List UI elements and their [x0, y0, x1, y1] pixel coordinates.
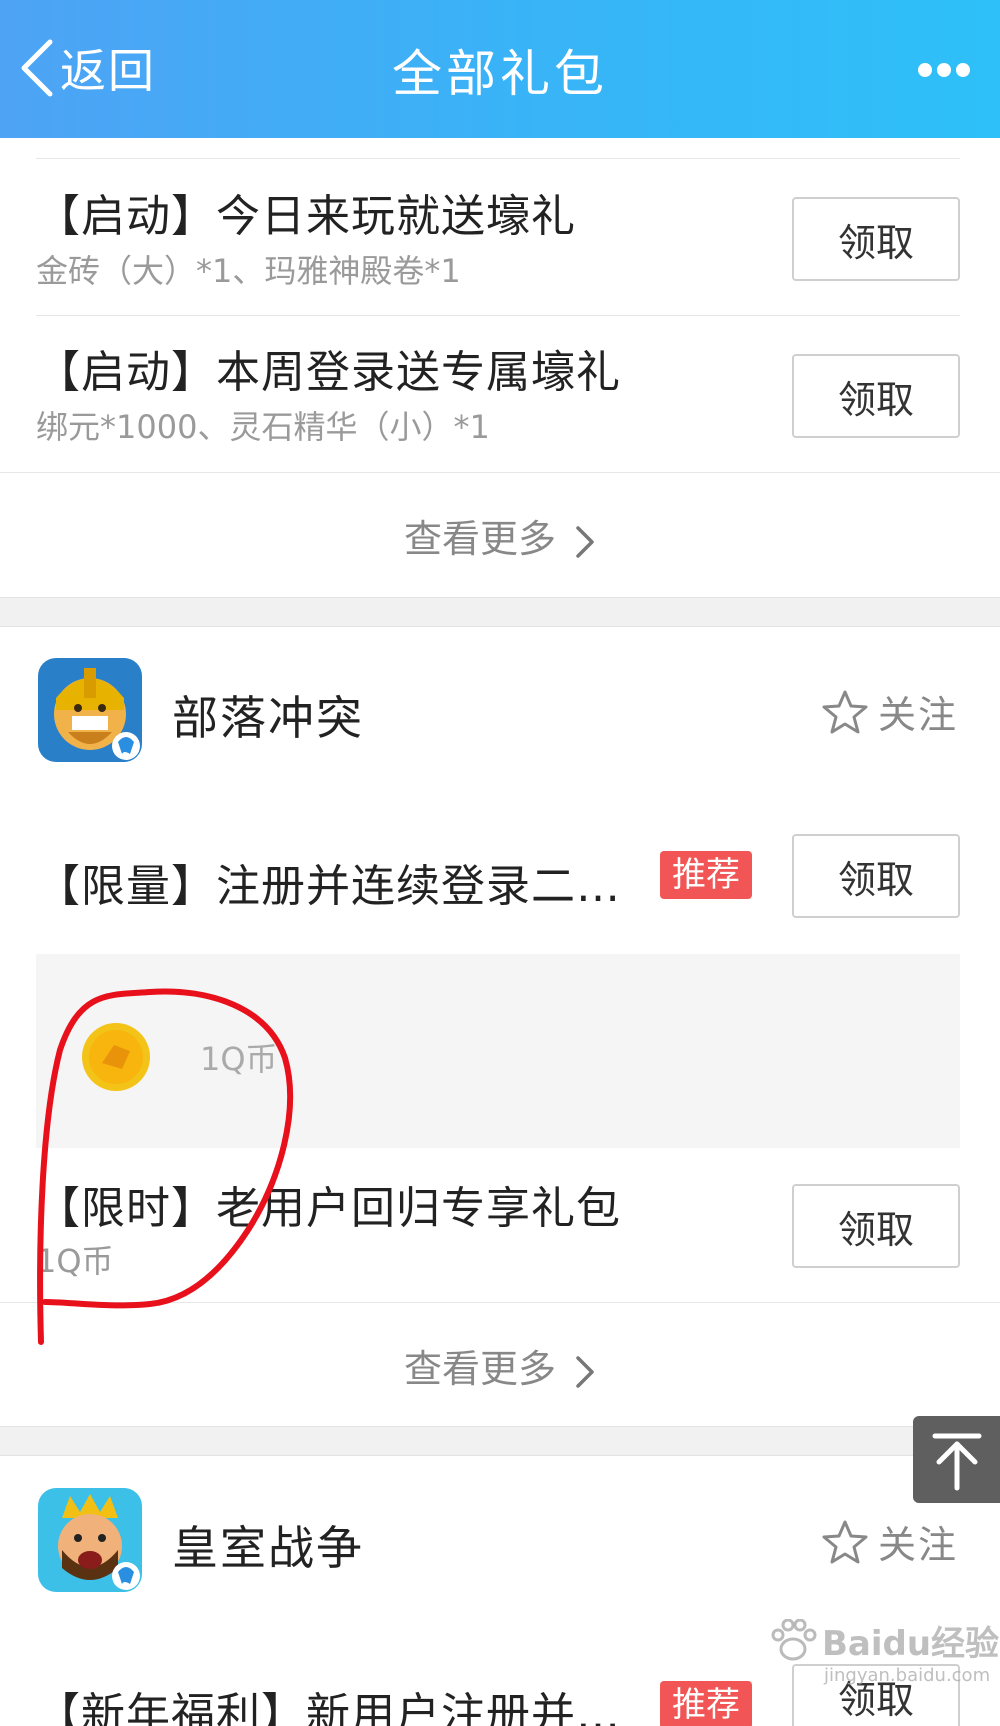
more-menu-button[interactable] — [918, 62, 978, 78]
watermark-text: Baidu经验 — [822, 1624, 1000, 1664]
paw-icon — [771, 1618, 817, 1660]
recommend-badge: 推荐 — [660, 1681, 752, 1726]
claim-button[interactable]: 领取 — [792, 197, 960, 281]
baidu-watermark: Baidu经验 jingyan.baidu.com — [768, 1616, 999, 1686]
follow-label: 关注 — [878, 1523, 959, 1567]
star-outline-icon — [822, 1520, 868, 1563]
barbarian-icon — [38, 658, 142, 762]
divider — [0, 1302, 1000, 1303]
divider — [36, 158, 960, 159]
king-icon — [38, 1488, 142, 1592]
back-to-top-button[interactable] — [913, 1416, 1000, 1503]
clash-royale-app-icon[interactable] — [38, 1488, 142, 1592]
see-more-label: 查看更多 — [403, 517, 556, 561]
page-title: 全部礼包 — [392, 45, 608, 103]
claim-button[interactable]: 领取 — [792, 1184, 960, 1268]
game-title: 皇室战争 — [172, 1521, 364, 1575]
follow-button[interactable]: 关注 — [822, 684, 958, 739]
clash-of-clans-app-icon[interactable] — [38, 658, 142, 762]
divider — [0, 472, 1000, 473]
follow-label: 关注 — [878, 693, 959, 737]
section-separator — [0, 597, 1000, 627]
game-title: 部落冲突 — [172, 691, 364, 745]
see-more-link[interactable]: 查看更多 — [0, 508, 1000, 563]
dot-icon — [937, 63, 951, 77]
claim-button[interactable]: 领取 — [792, 834, 960, 918]
see-more-link[interactable]: 查看更多 — [0, 1338, 1000, 1393]
see-more-label: 查看更多 — [403, 1347, 556, 1391]
gift-desc: 绑元*1000、灵石精华（小）*1 — [36, 408, 490, 446]
arrow-up-icon — [932, 1433, 982, 1491]
reward-label: 1Q币 — [200, 1040, 278, 1078]
chevron-right-icon — [576, 525, 594, 558]
gold-coin-icon — [82, 1023, 150, 1091]
claim-button[interactable]: 领取 — [792, 354, 960, 438]
dot-icon — [956, 63, 970, 77]
reward-panel: 1Q币 — [36, 954, 960, 1148]
gift-desc: 金砖（大）*1、玛雅神殿卷*1 — [36, 252, 461, 290]
gift-name: 【新年福利】新用户注册并… — [36, 1689, 621, 1726]
follow-button[interactable]: 关注 — [822, 1514, 958, 1569]
divider — [36, 315, 960, 316]
gift-name: 【启动】本周登录送专属壕礼 — [36, 347, 621, 398]
chevron-right-icon — [576, 1355, 594, 1388]
recommend-badge: 推荐 — [660, 851, 752, 899]
gift-name: 【限量】注册并连续登录二… — [36, 861, 621, 912]
nav-header: 返回 全部礼包 — [0, 0, 1000, 138]
gift-desc: 1Q币 — [36, 1242, 114, 1280]
gift-name: 【限时】老用户回归专享礼包 — [36, 1183, 621, 1234]
gift-name: 【启动】今日来玩就送壕礼 — [36, 191, 576, 242]
dot-icon — [918, 63, 932, 77]
watermark-subtext: jingyan.baidu.com — [824, 1665, 991, 1686]
star-outline-icon — [822, 690, 868, 733]
section-separator — [0, 1426, 1000, 1456]
